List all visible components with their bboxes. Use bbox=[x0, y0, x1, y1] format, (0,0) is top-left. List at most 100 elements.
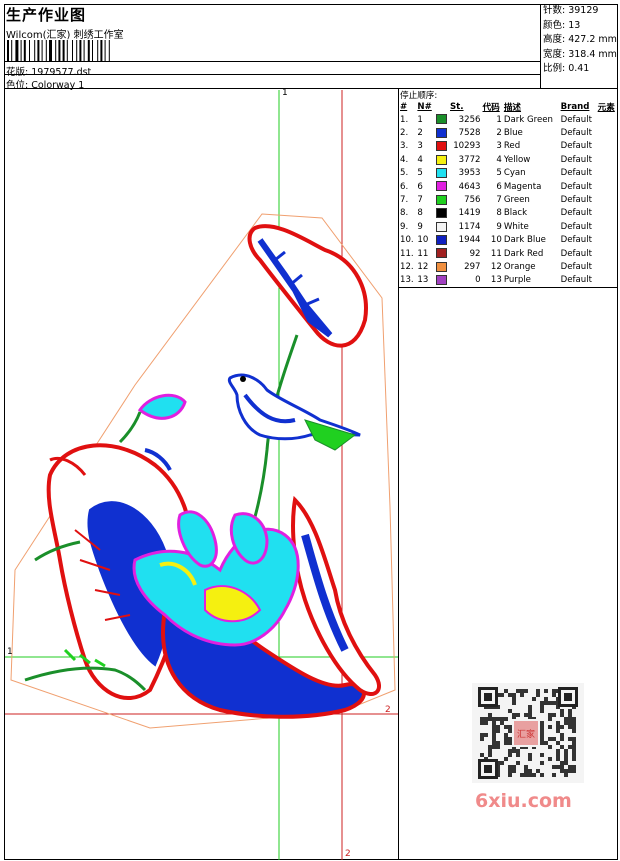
row-element bbox=[597, 140, 618, 153]
row-needle: 9 bbox=[417, 221, 423, 232]
thread-sequence-panel: 停止顺序: # N# St. 代码 描述 Brand 元素 1. 1 3256 1 Da… bbox=[399, 90, 618, 288]
color-swatch bbox=[435, 181, 447, 192]
thread-row: 3. 3 10293 3 Red Default bbox=[399, 140, 618, 153]
row-index: 12. bbox=[400, 261, 414, 272]
row-stitches: 4643 bbox=[458, 181, 481, 192]
row-index: 7. bbox=[400, 195, 409, 206]
thread-row: 6. 6 4643 6 Magenta Default bbox=[399, 180, 618, 193]
color-swatch bbox=[435, 261, 447, 272]
design-stats: 针数: 39129 颜色: 13 高度: 427.2 mm 宽度: 318.4 mm 比… bbox=[543, 4, 617, 77]
col-stitches: St. bbox=[449, 102, 464, 112]
axis-label-right: 2 bbox=[385, 705, 391, 715]
thread-row: 10. 10 1944 10 Dark Blue Default bbox=[399, 234, 618, 247]
row-brand: Default bbox=[560, 114, 592, 125]
row-brand: Default bbox=[560, 181, 592, 192]
row-needle: 5 bbox=[417, 168, 423, 179]
divider bbox=[5, 74, 541, 75]
stat-scale: 比例: 0.41 bbox=[543, 63, 590, 75]
color-swatch bbox=[435, 275, 447, 286]
row-code: 1 bbox=[496, 114, 502, 125]
row-swatch bbox=[435, 220, 449, 233]
color-swatch bbox=[435, 221, 447, 232]
row-description: Dark Green bbox=[503, 114, 553, 125]
row-code: 11 bbox=[490, 248, 502, 259]
row-stitches: 3772 bbox=[458, 154, 481, 165]
row-description: Dark Blue bbox=[503, 235, 546, 246]
divider bbox=[5, 88, 618, 89]
row-element bbox=[597, 180, 618, 193]
col-description: 描述 bbox=[503, 103, 522, 113]
row-brand: Default bbox=[560, 235, 592, 246]
stat-colors: 颜色: 13 bbox=[543, 19, 581, 31]
row-description: Green bbox=[503, 195, 530, 206]
row-brand: Default bbox=[560, 275, 592, 286]
row-needle: 4 bbox=[417, 154, 423, 165]
row-index: 6. bbox=[400, 181, 409, 192]
col-element: 元素 bbox=[597, 103, 615, 113]
row-stitches: 0 bbox=[475, 275, 481, 286]
row-element bbox=[597, 220, 618, 233]
row-index: 4. bbox=[400, 154, 409, 165]
row-description: Cyan bbox=[503, 168, 526, 179]
row-needle: 10 bbox=[417, 235, 429, 246]
row-element bbox=[597, 167, 618, 180]
row-brand: Default bbox=[560, 128, 592, 139]
row-code: 7 bbox=[496, 195, 502, 206]
row-stitches: 3256 bbox=[458, 114, 481, 125]
color-swatch bbox=[435, 154, 447, 165]
row-code: 10 bbox=[490, 235, 502, 246]
row-swatch bbox=[435, 126, 449, 139]
divider bbox=[540, 4, 541, 89]
svg-text:汇家: 汇家 bbox=[517, 728, 535, 740]
row-index: 1. bbox=[400, 114, 409, 125]
row-brand: Default bbox=[560, 208, 592, 219]
row-index: 8. bbox=[400, 208, 409, 219]
row-swatch bbox=[435, 274, 449, 287]
row-needle: 13 bbox=[417, 275, 429, 286]
color-swatch bbox=[435, 127, 447, 138]
thread-row: 1. 1 3256 1 Dark Green Default bbox=[399, 113, 618, 126]
thread-table-header: # N# St. 代码 描述 Brand 元素 bbox=[399, 101, 618, 113]
row-brand: Default bbox=[560, 248, 592, 259]
row-stitches: 92 bbox=[469, 248, 481, 259]
stat-width: 宽度: 318.4 mm bbox=[543, 48, 617, 60]
row-code: 8 bbox=[496, 208, 502, 219]
color-swatch bbox=[435, 114, 447, 125]
row-index: 3. bbox=[400, 141, 409, 152]
row-element bbox=[597, 260, 618, 273]
row-brand: Default bbox=[560, 154, 592, 165]
row-code: 13 bbox=[490, 275, 502, 286]
row-code: 9 bbox=[496, 221, 502, 232]
thread-table: # N# St. 代码 描述 Brand 元素 1. 1 3256 1 Dark Gre… bbox=[399, 101, 618, 287]
row-swatch bbox=[435, 193, 449, 206]
row-code: 5 bbox=[496, 168, 502, 179]
row-description: Magenta bbox=[503, 181, 542, 192]
row-code: 4 bbox=[496, 154, 502, 165]
row-description: Blue bbox=[503, 128, 523, 139]
row-element bbox=[597, 153, 618, 166]
row-stitches: 10293 bbox=[453, 141, 481, 152]
thread-row: 2. 2 7528 2 Blue Default bbox=[399, 126, 618, 139]
row-stitches: 1419 bbox=[458, 208, 481, 219]
row-index: 5. bbox=[400, 168, 409, 179]
col-code: 代码 bbox=[482, 103, 500, 113]
design-file-row: 花版: 1979577.dst bbox=[6, 64, 91, 78]
stat-height: 高度: 427.2 mm bbox=[543, 34, 617, 46]
row-index: 9. bbox=[400, 221, 409, 232]
row-description: Black bbox=[503, 208, 528, 219]
row-index: 2. bbox=[400, 128, 409, 139]
axis-label-bottom: 2 bbox=[345, 849, 351, 859]
row-description: Red bbox=[503, 141, 521, 152]
color-swatch bbox=[435, 141, 447, 152]
embroidery-preview bbox=[5, 90, 398, 860]
thread-row: 9. 9 1174 9 White Default bbox=[399, 220, 618, 233]
thread-table-title: 停止顺序: bbox=[400, 91, 438, 101]
row-needle: 3 bbox=[417, 141, 423, 152]
row-code: 6 bbox=[496, 181, 502, 192]
row-stitches: 756 bbox=[464, 195, 481, 206]
axis-label-left: 1 bbox=[7, 647, 13, 657]
thread-row: 12. 12 297 12 Orange Default bbox=[399, 260, 618, 273]
row-brand: Default bbox=[560, 261, 592, 272]
axis-label-top: 1 bbox=[282, 88, 288, 98]
col-index: # bbox=[400, 102, 408, 112]
